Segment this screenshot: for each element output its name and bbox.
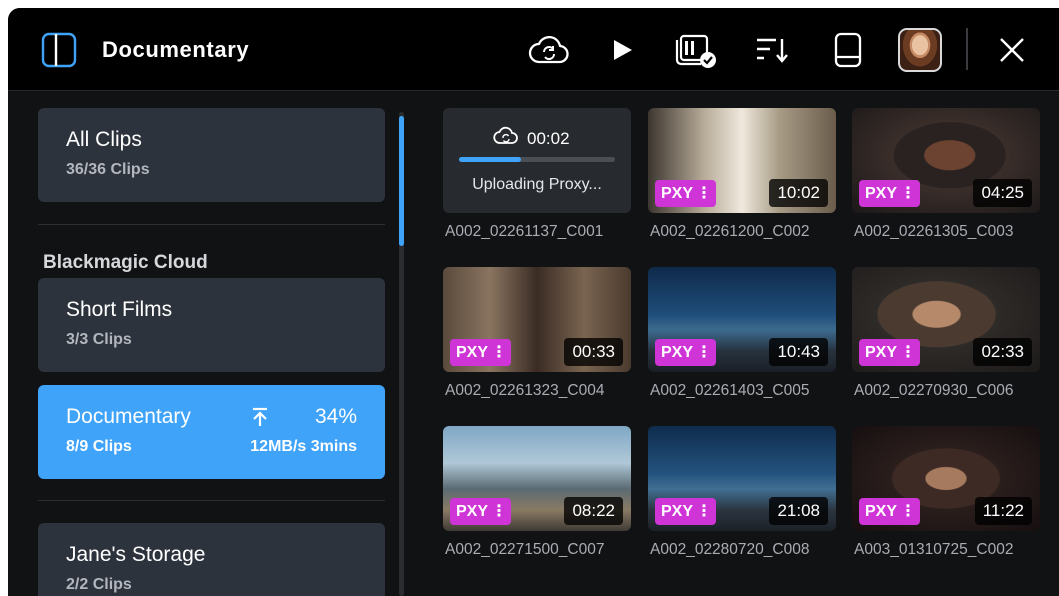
upload-percent: 34% xyxy=(314,405,357,428)
cloud-sync-icon xyxy=(493,126,519,151)
clip-thumbnail: PXY ⋮ 11:22 xyxy=(852,426,1040,531)
close-icon[interactable] xyxy=(992,8,1032,91)
section-label: Blackmagic Cloud xyxy=(43,252,208,273)
sidebar-item-all-clips[interactable]: All Clips 36/36 Clips xyxy=(38,108,385,202)
clip-thumbnail: PXY ⋮ 10:02 xyxy=(648,108,836,213)
more-vertical-icon[interactable]: ⋮ xyxy=(900,498,916,525)
clip-name: A002_02280720_C008 xyxy=(650,541,810,558)
upload-arrow-icon xyxy=(251,407,269,432)
clip-name: A002_02261305_C003 xyxy=(854,223,1014,240)
sidebar-item-janes-storage[interactable]: Jane's Storage 2/2 Clips xyxy=(38,523,385,596)
drive-icon[interactable] xyxy=(828,8,868,91)
clip-duration: 11:22 xyxy=(974,497,1032,525)
sidebar-toggle-icon[interactable] xyxy=(37,8,81,91)
card-title: All Clips xyxy=(66,128,142,151)
more-vertical-icon[interactable]: ⋮ xyxy=(900,180,916,207)
clip-thumbnail: PXY ⋮ 04:25 xyxy=(852,108,1040,213)
app-window: Documentary All Clips 36/36 Clips Blackm… xyxy=(8,8,1059,596)
clip-name: A002_02270930_C006 xyxy=(854,382,1014,399)
avatar[interactable] xyxy=(898,28,942,72)
proxy-badge[interactable]: PXY ⋮ xyxy=(655,180,717,207)
upload-time: 00:02 xyxy=(527,128,570,148)
card-title: Documentary xyxy=(66,405,191,428)
proxy-badge[interactable]: PXY ⋮ xyxy=(450,339,512,366)
proxy-badge[interactable]: PXY ⋮ xyxy=(859,180,921,207)
clip-name: A002_02261200_C002 xyxy=(650,223,810,240)
sidebar: All Clips 36/36 Clips Blackmagic Cloud S… xyxy=(8,92,408,596)
clip-name: A002_02261137_C001 xyxy=(445,223,604,240)
cloud-sync-icon[interactable] xyxy=(526,8,572,91)
header-divider xyxy=(966,28,968,70)
divider xyxy=(38,224,385,225)
project-title: Documentary xyxy=(102,37,250,62)
sidebar-item-documentary[interactable]: Documentary 8/9 Clips 34% 12MB/s 3mins xyxy=(38,385,385,479)
clip-thumbnail: PXY ⋮ 10:43 xyxy=(648,267,836,372)
more-vertical-icon[interactable]: ⋮ xyxy=(696,180,712,207)
clip-duration: 10:02 xyxy=(769,179,828,207)
clip-name: A003_01310725_C002 xyxy=(854,541,1014,558)
clip-duration: 02:33 xyxy=(973,338,1032,366)
clip-thumbnail: PXY ⋮ 08:22 xyxy=(443,426,631,531)
scrollbar-thumb[interactable] xyxy=(399,116,404,246)
upload-label: Uploading Proxy... xyxy=(472,176,602,193)
clip-grid: 00:02 Uploading Proxy... A002_02261137_C… xyxy=(408,92,1059,596)
card-clip-count: 8/9 Clips xyxy=(66,438,132,455)
card-clip-count: 3/3 Clips xyxy=(66,331,132,348)
clip-name: A002_02271500_C007 xyxy=(445,541,605,558)
more-vertical-icon[interactable]: ⋮ xyxy=(696,498,712,525)
clip-duration: 04:25 xyxy=(973,179,1032,207)
card-title: Short Films xyxy=(66,298,173,321)
more-vertical-icon[interactable]: ⋮ xyxy=(491,339,507,366)
clip-thumbnail-uploading: 00:02 Uploading Proxy... xyxy=(443,108,631,213)
upload-status: 00:02 xyxy=(493,126,570,151)
clip-thumbnail: PXY ⋮ 02:33 xyxy=(852,267,1040,372)
proxy-badge[interactable]: PXY ⋮ xyxy=(450,498,512,525)
proxy-badge[interactable]: PXY ⋮ xyxy=(655,498,717,525)
more-vertical-icon[interactable]: ⋮ xyxy=(491,498,507,525)
clip-thumbnail: PXY ⋮ 21:08 xyxy=(648,426,836,531)
clip-name: A002_02261323_C004 xyxy=(445,382,605,399)
play-icon[interactable] xyxy=(608,8,638,91)
proxy-badge[interactable]: PXY ⋮ xyxy=(859,498,921,525)
clip-thumbnail: PXY ⋮ 00:33 xyxy=(443,267,631,372)
upload-rate: 12MB/s 3mins xyxy=(250,438,357,455)
top-bar: Documentary xyxy=(8,8,1059,91)
sort-icon[interactable] xyxy=(750,8,794,91)
sidebar-item-short-films[interactable]: Short Films 3/3 Clips xyxy=(38,278,385,372)
proxy-badge[interactable]: PXY ⋮ xyxy=(655,339,717,366)
clip-duration: 10:43 xyxy=(769,338,828,366)
more-vertical-icon[interactable]: ⋮ xyxy=(900,339,916,366)
clip-name: A002_02261403_C005 xyxy=(650,382,810,399)
divider xyxy=(38,500,385,501)
upload-progress-fill xyxy=(459,157,522,162)
upload-progress-bar xyxy=(459,157,615,162)
more-vertical-icon[interactable]: ⋮ xyxy=(696,339,712,366)
proxy-badge[interactable]: PXY ⋮ xyxy=(859,339,921,366)
card-clip-count: 2/2 Clips xyxy=(66,576,132,593)
card-title: Jane's Storage xyxy=(66,543,206,566)
card-clip-count: 36/36 Clips xyxy=(66,161,150,178)
clip-duration: 00:33 xyxy=(564,338,623,366)
media-check-icon[interactable] xyxy=(672,8,720,91)
clip-duration: 08:22 xyxy=(564,497,623,525)
clip-duration: 21:08 xyxy=(769,497,828,525)
